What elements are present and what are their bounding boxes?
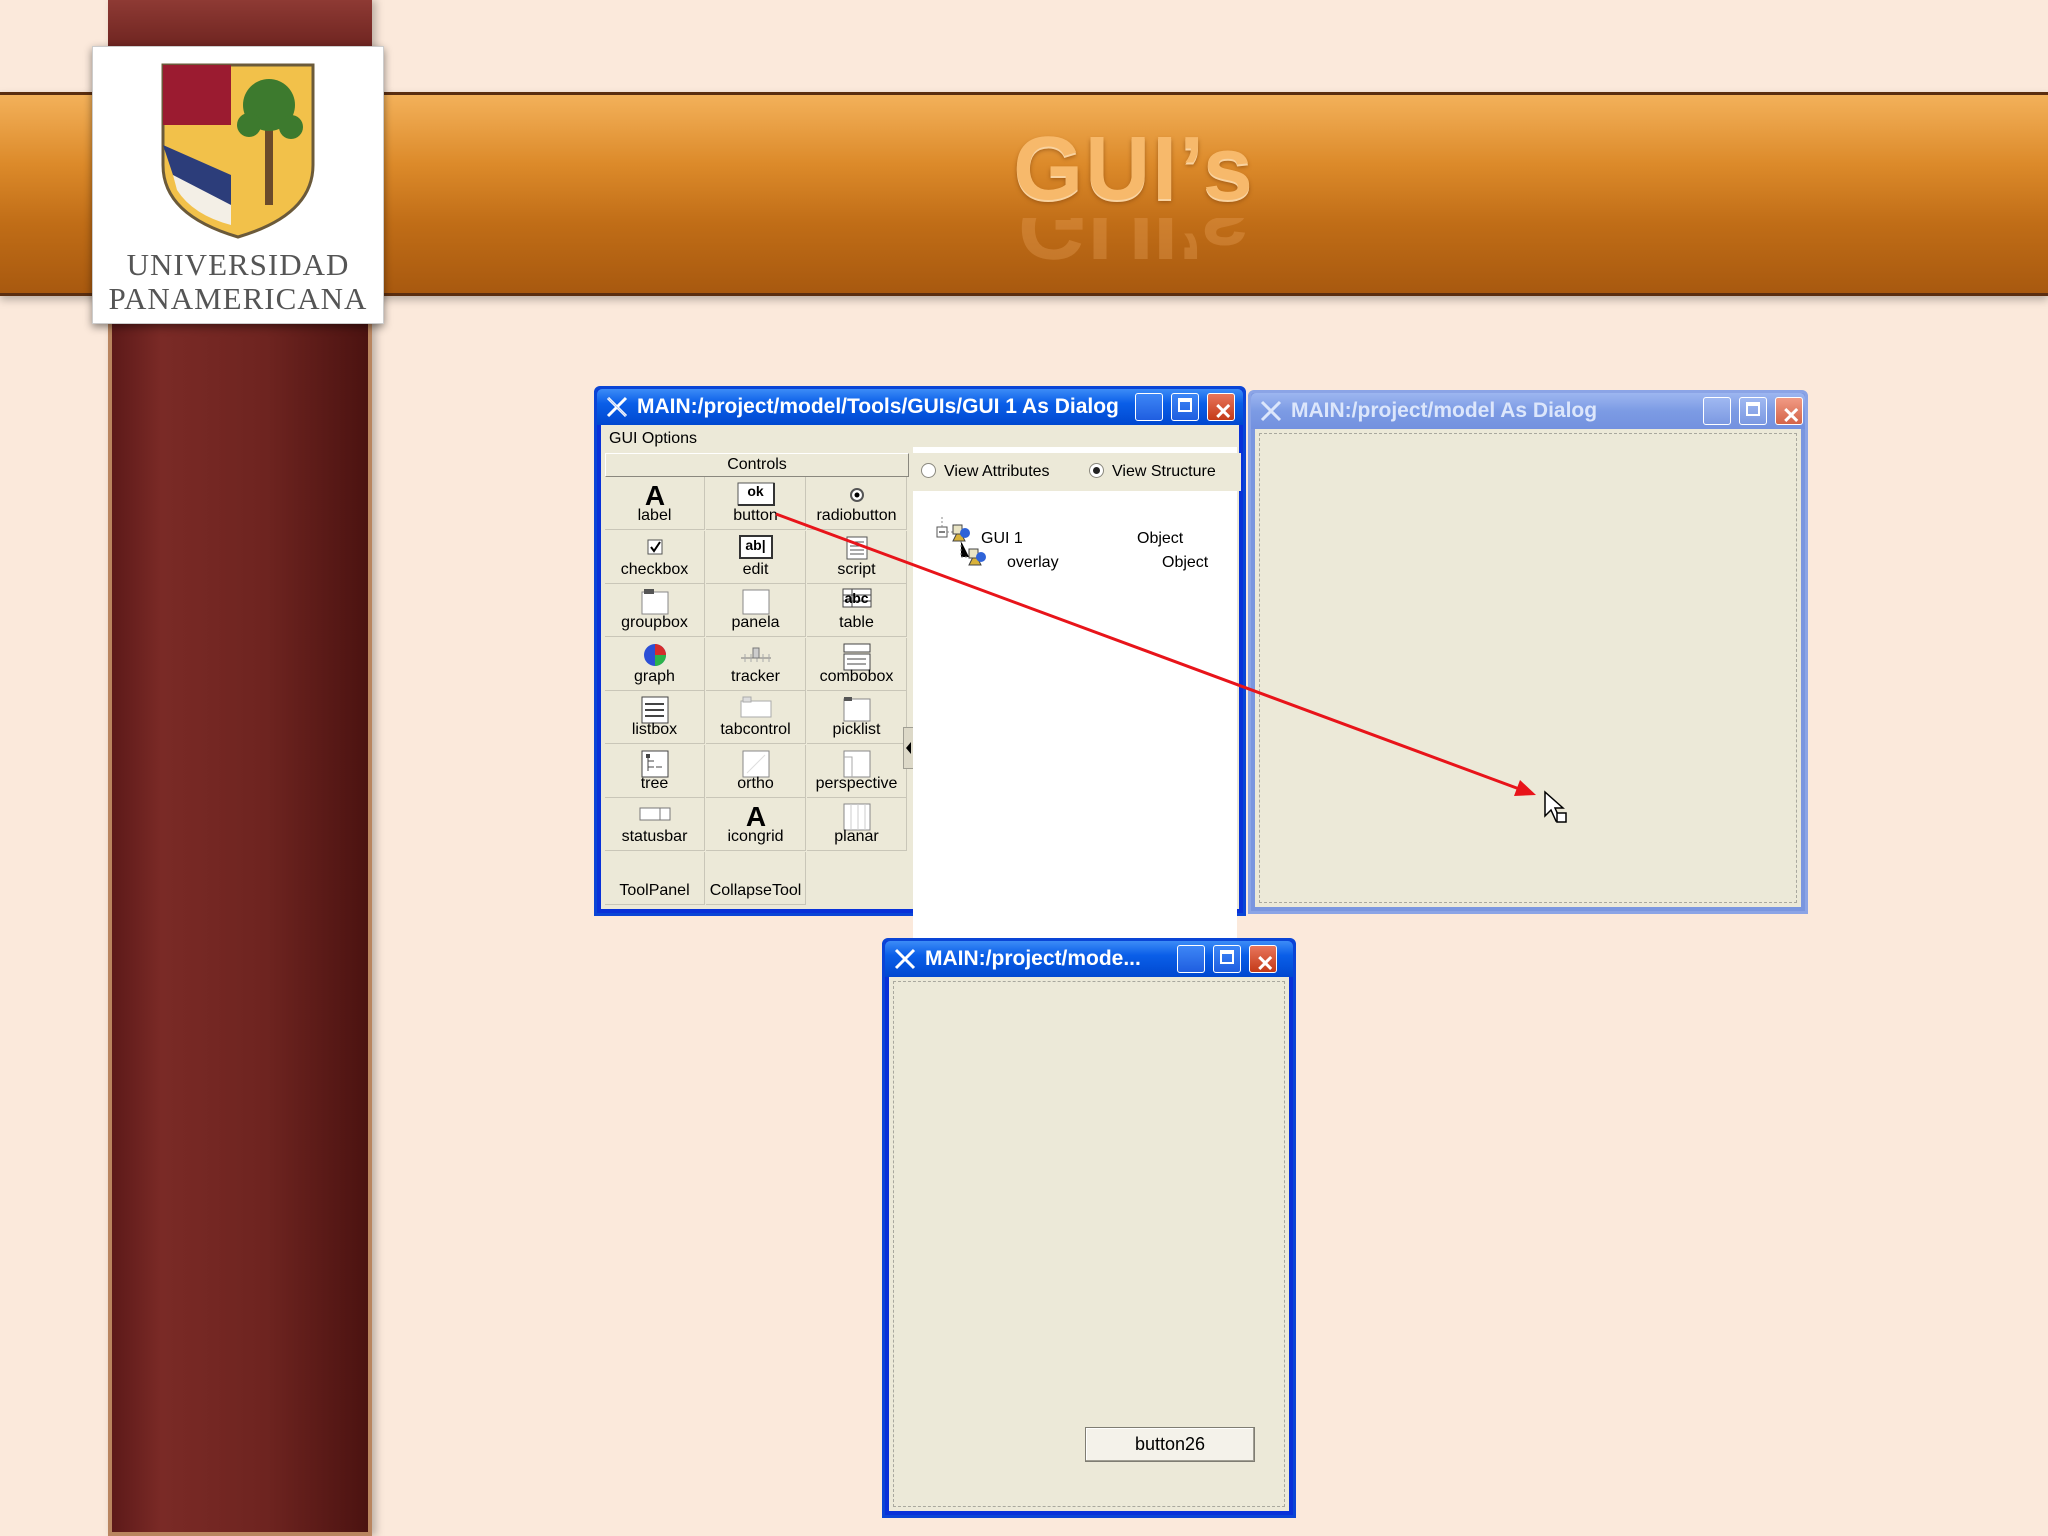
tabcontrol-icon: [739, 695, 773, 724]
tree-item-gui1[interactable]: GUI 1: [981, 530, 1023, 548]
control-label: table: [839, 614, 874, 631]
view-toggle: View Attributes View Structure: [911, 453, 1241, 491]
control-script[interactable]: script: [807, 530, 907, 584]
control-toolpanel[interactable]: ToolPanel: [605, 851, 705, 905]
tree-item-overlay-type: Object: [1162, 554, 1209, 571]
control-label: tree: [640, 774, 669, 792]
window-title: MAIN:/project/model As Dialog: [1291, 399, 1598, 422]
close-button[interactable]: ✕: [1775, 397, 1803, 428]
icon-text: ab|: [745, 536, 766, 553]
statusbar-icon: [638, 802, 672, 827]
control-label: perspective: [815, 774, 898, 792]
control-label: button: [733, 507, 778, 524]
control-collapsetool[interactable]: CollapseTool: [706, 851, 806, 905]
svg-text:A: A: [745, 802, 765, 830]
control-label: checkbox: [620, 560, 689, 578]
tree-item-overlay[interactable]: overlay: [1007, 554, 1059, 572]
app-icon: [894, 948, 916, 970]
control-icongrid[interactable]: Aicongrid: [706, 798, 806, 851]
gui-editor-titlebar[interactable]: MAIN:/project/model/Tools/GUIs/GUI 1 As …: [597, 389, 1243, 425]
control-label: tabcontrol: [720, 721, 791, 738]
edit-icon: ab|: [738, 534, 773, 564]
maximize-button[interactable]: [1213, 945, 1241, 973]
maximize-button[interactable]: [1171, 393, 1199, 421]
gui-editor-window[interactable]: MAIN:/project/model/Tools/GUIs/GUI 1 As …: [594, 386, 1246, 995]
minimize-button[interactable]: _: [1177, 945, 1205, 977]
checkbox-icon: [643, 535, 667, 564]
radio-view-structure[interactable]: View Structure: [1089, 463, 1216, 481]
table-icon: abc: [842, 588, 872, 613]
tree-item-gui1-type: Object: [1137, 530, 1184, 547]
control-label: ToolPanel: [619, 881, 690, 899]
control-tracker[interactable]: tracker: [706, 637, 806, 691]
control-graph[interactable]: graph: [605, 637, 705, 691]
control-perspective[interactable]: perspective: [807, 744, 907, 798]
icon-text: ok: [747, 483, 764, 499]
control-label: listbox: [631, 721, 678, 738]
gui-editor-client: GUI Options Controls Alabel ok button radio…: [601, 425, 1241, 995]
maximize-button[interactable]: [1739, 397, 1767, 425]
model-dialog-titlebar[interactable]: MAIN:/project/model As Dialog _ ✕: [1251, 393, 1805, 429]
radiobutton-icon: [845, 481, 869, 510]
controls-header: Controls: [605, 453, 909, 477]
model-dialog-canvas[interactable]: [1255, 429, 1801, 907]
button26[interactable]: button26: [1085, 1427, 1255, 1462]
pillar-cap: [108, 0, 372, 48]
app-icon: [606, 396, 628, 418]
icon-text: abc: [844, 590, 869, 606]
control-table[interactable]: abc table: [807, 584, 907, 637]
svg-text:A: A: [644, 481, 664, 509]
control-label: script: [837, 560, 876, 578]
close-button[interactable]: ✕: [1249, 945, 1277, 976]
control-label: CollapseTool: [709, 881, 802, 899]
control-label: graph: [634, 667, 675, 685]
control-ortho[interactable]: ortho: [706, 744, 806, 798]
control-label: groupbox: [621, 614, 688, 631]
radio-view-attributes[interactable]: View Attributes: [921, 463, 1050, 481]
minimize-button[interactable]: _: [1135, 393, 1163, 425]
window-title: MAIN:/project/mode...: [925, 947, 1141, 970]
control-listbox[interactable]: listbox: [605, 691, 705, 744]
model-dialog-window[interactable]: MAIN:/project/model As Dialog _ ✕: [1248, 390, 1808, 914]
drop-area[interactable]: [1259, 433, 1797, 903]
control-planar[interactable]: planar: [807, 798, 907, 851]
control-tree[interactable]: tree: [605, 744, 705, 798]
control-edit[interactable]: ab| edit: [706, 530, 806, 584]
logo-line-1: UNIVERSIDAD: [126, 247, 350, 282]
control-checkbox[interactable]: checkbox: [605, 530, 705, 584]
control-label: picklist: [832, 721, 881, 738]
control-label: statusbar: [621, 828, 688, 845]
control-label: radiobutton: [816, 507, 897, 524]
control-label: icongrid: [727, 828, 784, 845]
control-statusbar[interactable]: statusbar: [605, 798, 705, 851]
preview-dialog-titlebar[interactable]: MAIN:/project/mode... _ ✕: [885, 941, 1293, 977]
control-radiobutton[interactable]: radiobutton: [807, 477, 907, 530]
control-label: combobox: [819, 667, 894, 685]
tracker-icon: [739, 642, 773, 671]
control-picklist[interactable]: picklist: [807, 691, 907, 744]
control-tabcontrol[interactable]: tabcontrol: [706, 691, 806, 744]
close-button[interactable]: ✕: [1207, 393, 1235, 424]
shield-icon: [161, 63, 315, 239]
control-label: tracker: [731, 667, 780, 685]
radio-view-attributes-label: View Attributes: [944, 463, 1050, 480]
control-label: panela: [731, 614, 780, 631]
control-button[interactable]: ok button: [706, 477, 806, 530]
window-title: MAIN:/project/model/Tools/GUIs/GUI 1 As …: [637, 395, 1119, 418]
control-combobox[interactable]: combobox: [807, 637, 907, 691]
radio-view-structure-label: View Structure: [1112, 463, 1216, 480]
university-logo: UNIVERSIDAD PANAMERICANA: [92, 46, 384, 324]
control-panela[interactable]: panela: [706, 584, 806, 637]
control-label: label: [637, 507, 672, 524]
control-label: edit: [742, 560, 769, 578]
app-icon: [1260, 400, 1282, 422]
logo-line-2: PANAMERICANA: [108, 281, 368, 316]
minimize-button[interactable]: _: [1703, 397, 1731, 429]
control-label: ortho: [737, 774, 774, 792]
control-label: planar: [834, 828, 879, 845]
control-label[interactable]: Alabel: [605, 477, 705, 530]
control-groupbox[interactable]: groupbox: [605, 584, 705, 637]
